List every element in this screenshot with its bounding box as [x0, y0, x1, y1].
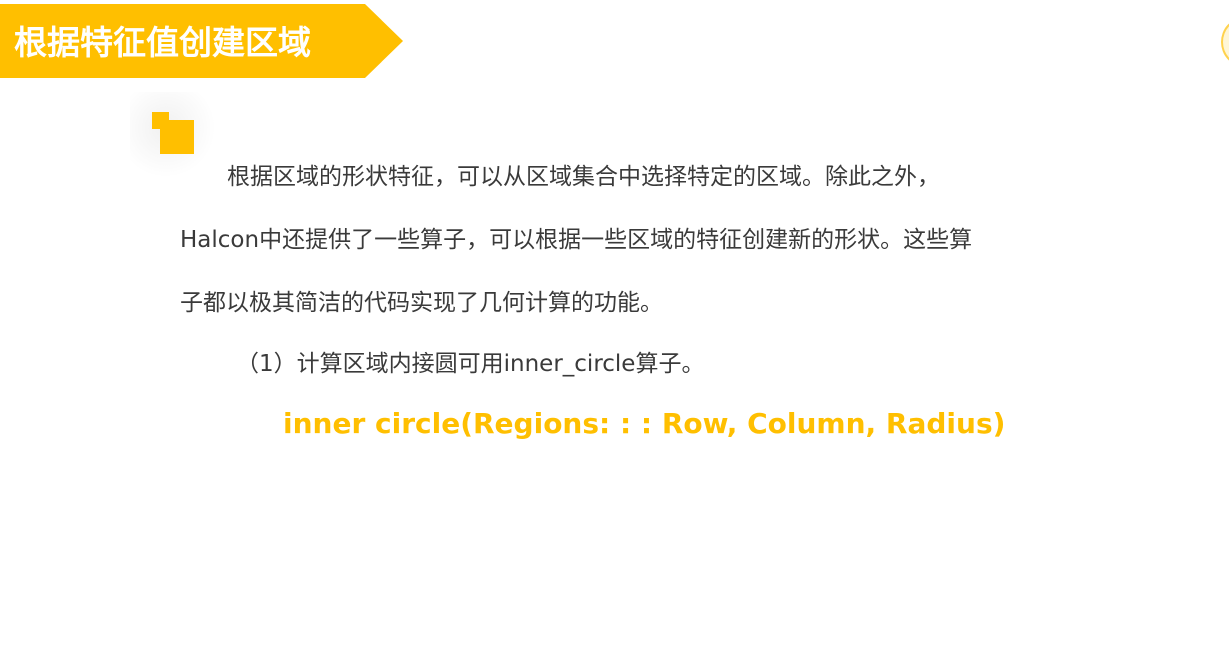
slide: 根据特征值创建区域 根据区域的形状特征，可以从区域集合中选择特定的区域。除此之外…: [0, 0, 1229, 660]
paragraph-line-4: （1）计算区域内接圆可用inner_circle算子。: [236, 351, 705, 377]
title-banner: 根据特征值创建区域: [0, 4, 403, 78]
paragraph-line-1: 根据区域的形状特征，可以从区域集合中选择特定的区域。除此之外，: [227, 164, 940, 190]
paragraph-line-2: Halcon中还提供了一些算子，可以根据一些区域的特征创建新的形状。这些算: [180, 227, 973, 253]
edge-circle-decoration: [1221, 18, 1229, 66]
operator-signature: inner circle(Regions: : : Row, Column, R…: [283, 407, 1006, 440]
paragraph-line-3: 子都以极其简洁的代码实现了几何计算的功能。: [180, 290, 663, 316]
slide-title: 根据特征值创建区域: [14, 23, 311, 62]
decoration-square-large: [160, 120, 194, 154]
